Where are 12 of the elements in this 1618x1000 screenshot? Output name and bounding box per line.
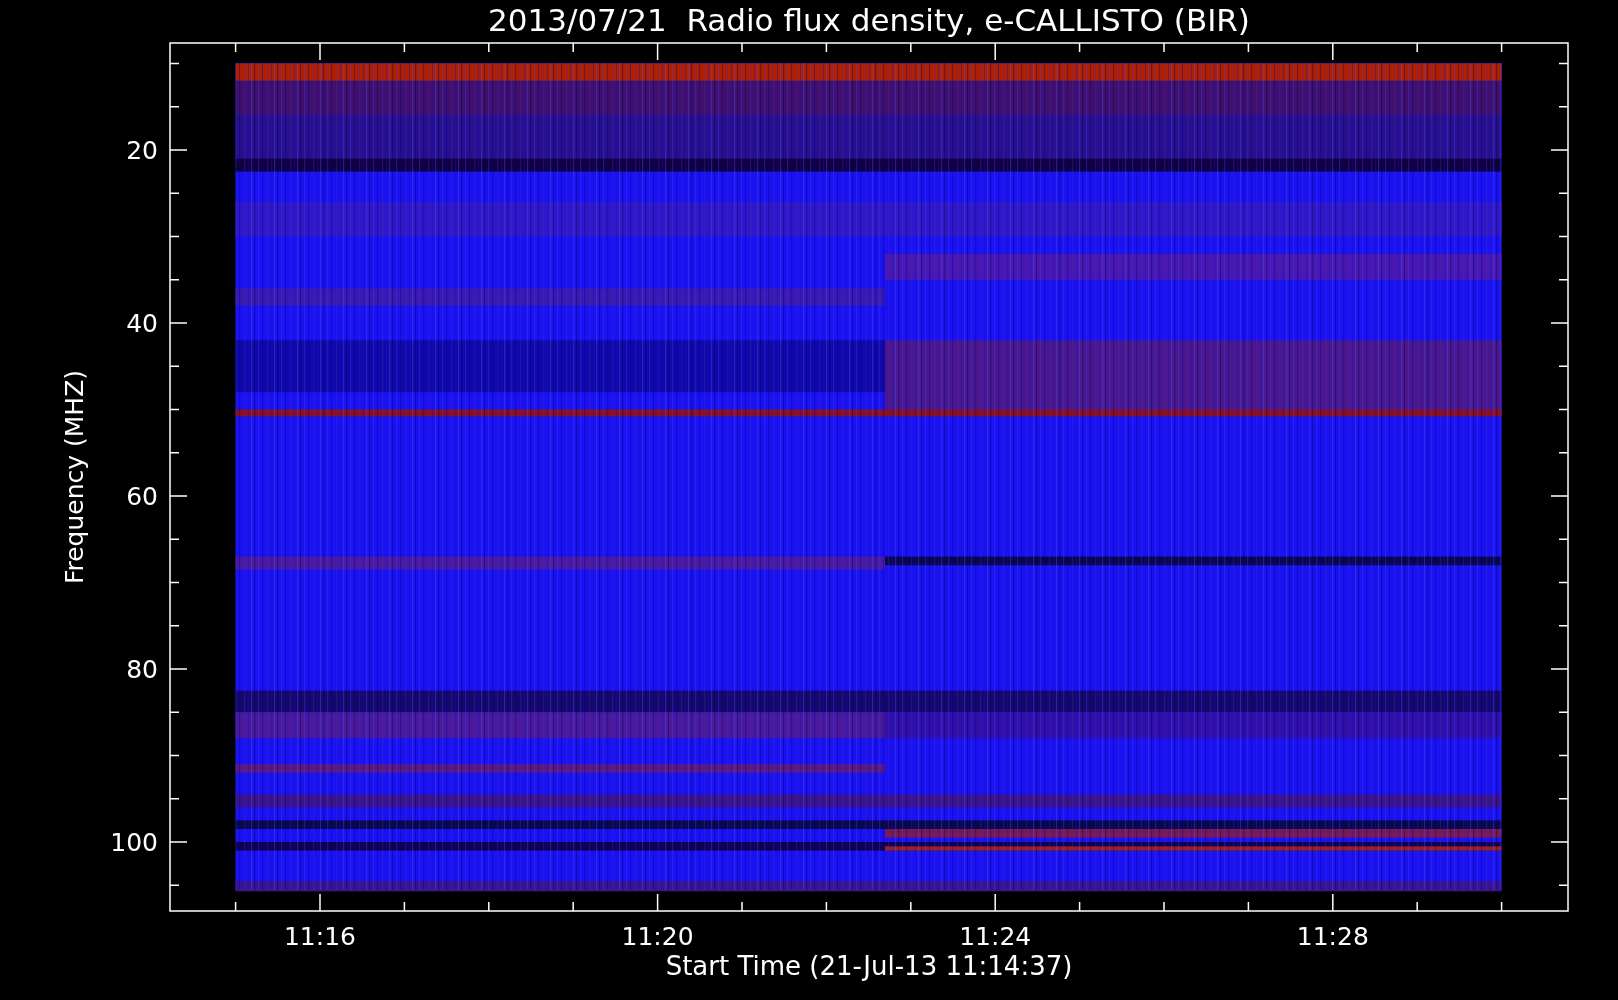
tick-label: 100	[110, 828, 158, 857]
tick-label: 11:24	[959, 922, 1032, 951]
tick-label: 20	[126, 136, 158, 165]
axis-label: Start Time (21-Jul-13 11:14:37)	[665, 951, 1073, 981]
tick-label: 40	[126, 309, 158, 338]
tick-label: 11:16	[284, 922, 356, 951]
tick-label: 60	[126, 482, 158, 511]
tick-label: 80	[126, 655, 158, 684]
plot-title: 2013/07/21 Radio flux density, e-CALLISTO (BIR)	[488, 2, 1250, 38]
tick-label: 11:20	[621, 922, 694, 951]
axis-label: Frequency (MHZ)	[60, 369, 89, 585]
tick-label: 11:28	[1296, 922, 1369, 951]
